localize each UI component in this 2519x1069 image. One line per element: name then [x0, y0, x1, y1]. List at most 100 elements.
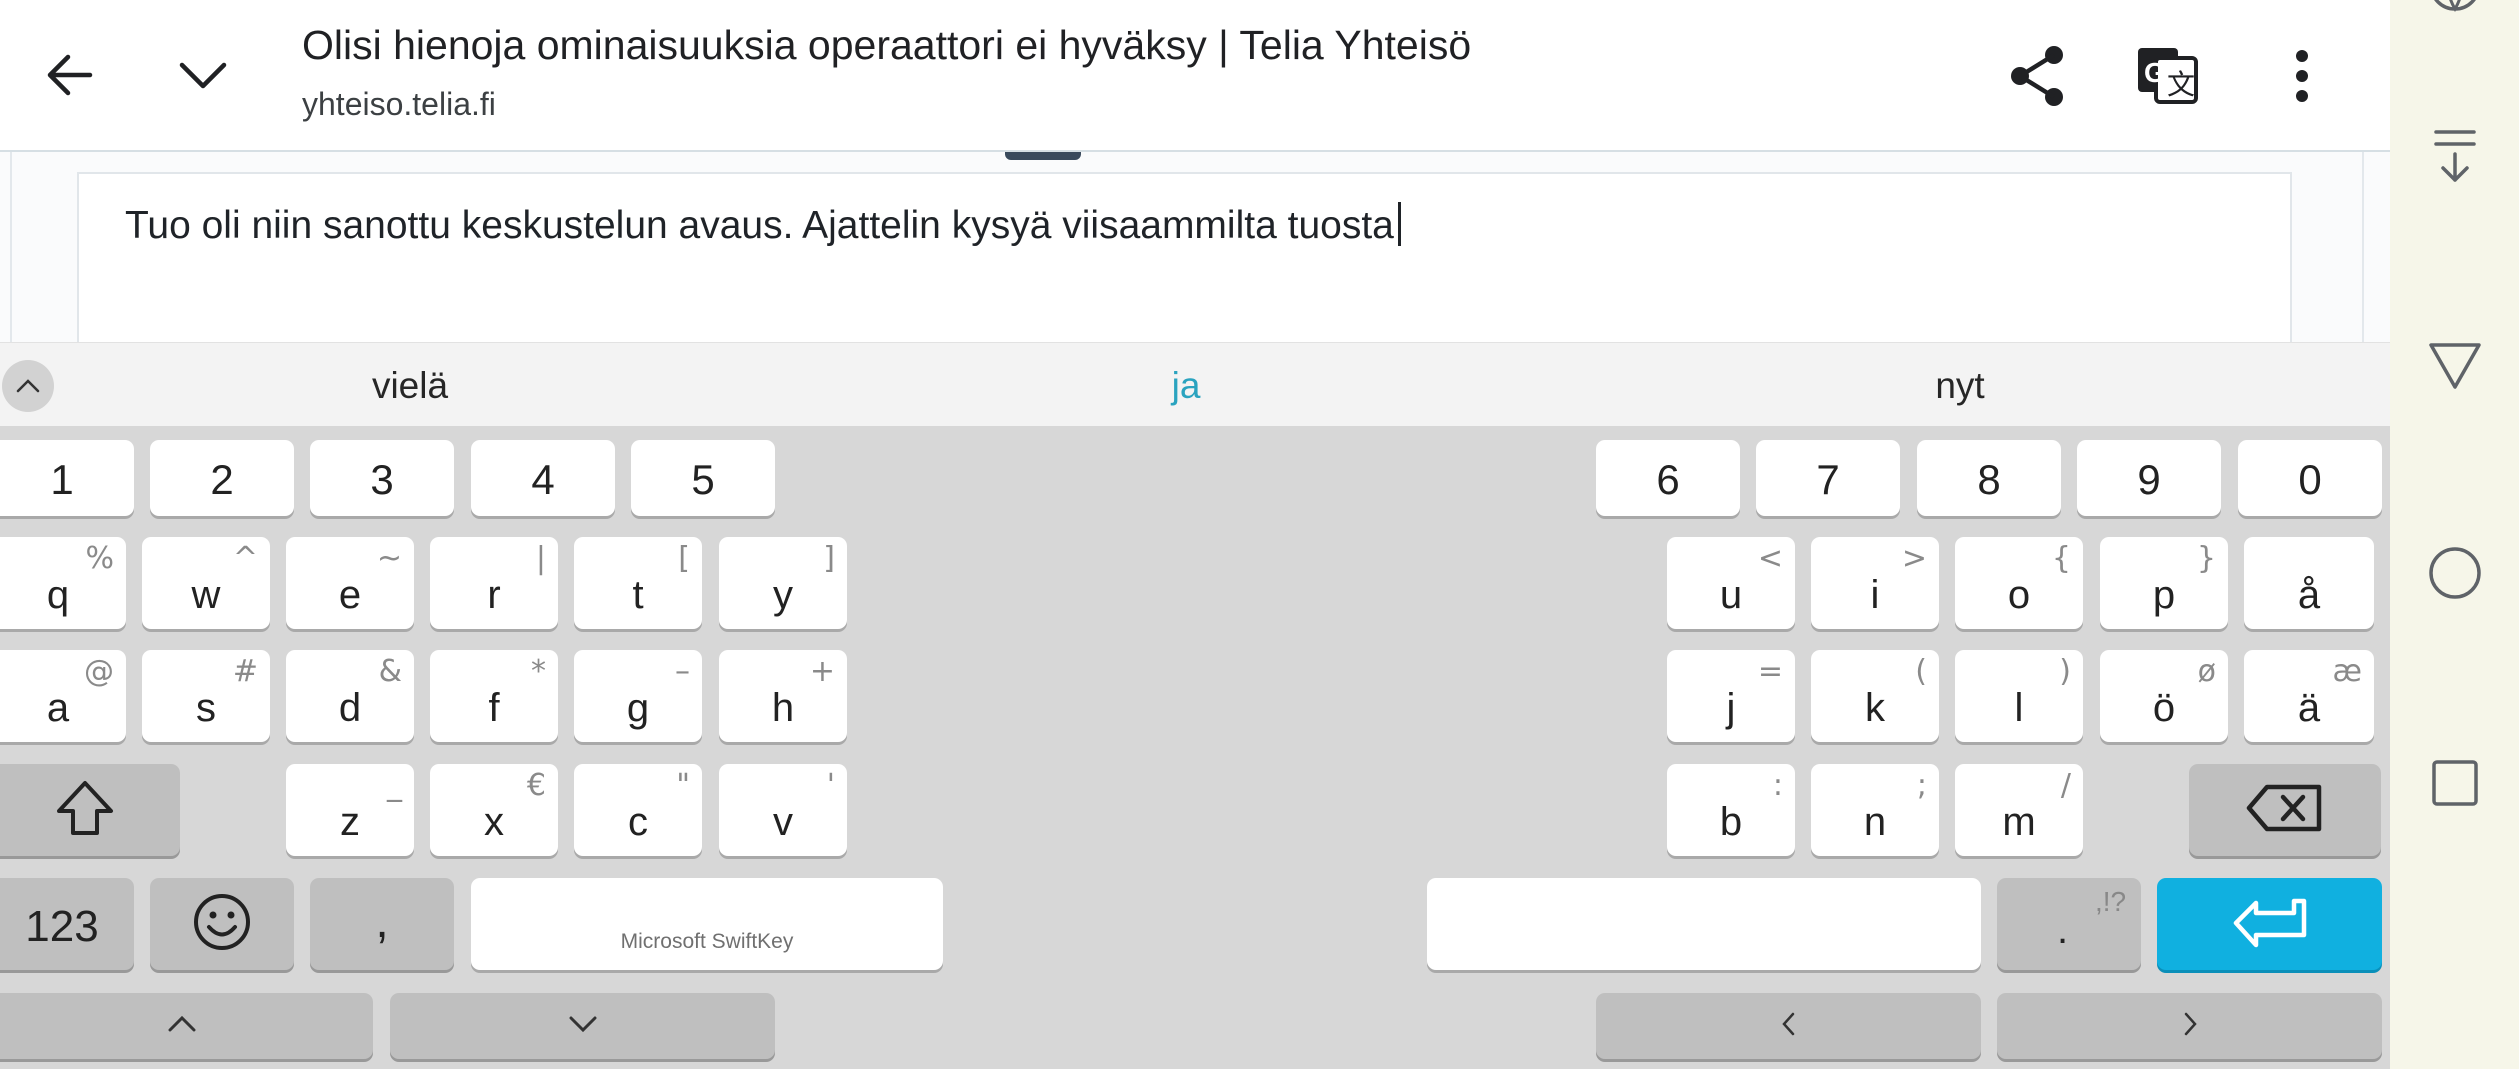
key-4[interactable]: 4	[471, 440, 615, 516]
key-sublabel: }	[2196, 541, 2216, 576]
back-triangle-icon[interactable]	[2410, 320, 2500, 410]
key-label: v	[773, 800, 793, 844]
key-j[interactable]: j =	[1667, 650, 1795, 742]
key-2[interactable]: 2	[150, 440, 294, 516]
google-translate-icon[interactable]: G文	[2125, 33, 2211, 119]
home-circle-icon[interactable]	[2410, 528, 2500, 618]
reply-editor[interactable]: Tuo oli niin sanottu keskustelun avaus. …	[77, 172, 2292, 342]
suggestion-0[interactable]: vielä	[372, 365, 448, 407]
enter-icon	[2232, 895, 2308, 954]
key-s[interactable]: s #	[142, 650, 270, 742]
key-c[interactable]: c "	[574, 764, 702, 856]
key-label: m	[2002, 800, 2036, 844]
key-3[interactable]: 3	[310, 440, 454, 516]
key-sublabel: @	[84, 654, 114, 689]
key-5[interactable]: 5	[631, 440, 775, 516]
key-label: 2	[210, 456, 234, 503]
key-6[interactable]: 6	[1596, 440, 1740, 516]
shift-key[interactable]	[0, 764, 180, 856]
key-sublabel: #	[232, 654, 258, 689]
cursor-down-key[interactable]	[390, 993, 775, 1059]
key-sublabel: €	[526, 768, 546, 803]
key-sublabel: )	[2059, 654, 2071, 689]
key-b[interactable]: b:	[1667, 764, 1795, 856]
more-vert-icon[interactable]	[2262, 33, 2342, 119]
key-x[interactable]: x €	[430, 764, 558, 856]
recents-square-icon[interactable]	[2410, 738, 2500, 828]
key-sublabel: –	[675, 654, 690, 689]
key-h[interactable]: h +	[719, 650, 847, 742]
globe-icon[interactable]	[2410, 0, 2500, 30]
divider	[10, 152, 12, 342]
key-sublabel: "	[676, 768, 690, 803]
comma-key[interactable]: ,	[310, 878, 454, 970]
key-1[interactable]: 1	[0, 440, 134, 516]
key-p[interactable]: p}	[2100, 537, 2228, 629]
arrow-left-icon[interactable]	[30, 35, 110, 115]
keyboard-hide-icon[interactable]	[2410, 110, 2500, 200]
key-z[interactable]: z _	[286, 764, 414, 856]
key-d[interactable]: d &	[286, 650, 414, 742]
cursor-left-key[interactable]	[1596, 993, 1981, 1059]
key-0[interactable]: 0	[2238, 440, 2382, 516]
shift-icon	[55, 779, 115, 842]
share-icon[interactable]	[1995, 33, 2081, 119]
key-sublabel: ^	[232, 541, 258, 576]
key-o-umlaut[interactable]: öø	[2100, 650, 2228, 742]
cursor-right-key[interactable]	[1997, 993, 2382, 1059]
key-a-umlaut[interactable]: äæ	[2244, 650, 2374, 742]
key-q[interactable]: q%	[0, 537, 126, 629]
key-sublabel: |	[535, 541, 546, 576]
space-key-right[interactable]	[1427, 878, 1981, 970]
emoji-key[interactable]	[150, 878, 294, 970]
key-sublabel: (	[1915, 654, 1927, 689]
key-label: .	[2057, 908, 2069, 952]
key-m[interactable]: m /	[1955, 764, 2083, 856]
key-label: x	[484, 800, 504, 844]
key-label: 0	[2298, 456, 2322, 503]
key-t[interactable]: t[	[574, 537, 702, 629]
chevron-up-icon[interactable]	[2, 360, 54, 412]
numbers-key[interactable]: 123	[0, 878, 134, 970]
key-g[interactable]: g –	[574, 650, 702, 742]
suggestion-2[interactable]: nyt	[1935, 365, 1984, 407]
key-e[interactable]: e ~	[286, 537, 414, 629]
key-label: r	[487, 573, 501, 617]
key-k[interactable]: k(	[1811, 650, 1939, 742]
suggestion-1[interactable]: ja	[1172, 365, 1201, 407]
key-i[interactable]: i >	[1811, 537, 1939, 629]
suggestion-bar: vielä ja nyt	[0, 342, 2390, 426]
chevron-right-icon	[2180, 1010, 2200, 1043]
key-v[interactable]: v '	[719, 764, 847, 856]
key-r[interactable]: r |	[430, 537, 558, 629]
enter-key[interactable]	[2157, 878, 2382, 970]
chevron-up-icon	[166, 1014, 198, 1039]
editor-text-value: Tuo oli niin sanottu keskustelun avaus. …	[125, 204, 1394, 247]
toolbar-handle	[1005, 152, 1081, 160]
chevron-down-icon[interactable]	[163, 35, 243, 115]
key-n[interactable]: n;	[1811, 764, 1939, 856]
custom-tab-toolbar: Olisi hienoja ominaisuuksia operaattori …	[0, 0, 2390, 152]
space-key-left[interactable]: Microsoft SwiftKey	[471, 878, 943, 970]
backspace-icon	[2245, 783, 2325, 838]
key-l[interactable]: l)	[1955, 650, 2083, 742]
key-a[interactable]: a @	[0, 650, 126, 742]
key-o[interactable]: o{	[1955, 537, 2083, 629]
key-f[interactable]: f *	[430, 650, 558, 742]
emoji-icon	[192, 892, 252, 957]
key-9[interactable]: 9	[2077, 440, 2221, 516]
key-label: a	[46, 686, 70, 730]
key-label: y	[773, 573, 793, 617]
key-7[interactable]: 7	[1756, 440, 1900, 516]
key-label: u	[1719, 573, 1743, 617]
screen: Olisi hienoja ominaisuuksia operaattori …	[0, 0, 2519, 1069]
key-8[interactable]: 8	[1917, 440, 2061, 516]
period-key[interactable]: .,!?	[1997, 878, 2141, 970]
backspace-key[interactable]	[2189, 764, 2381, 856]
key-w[interactable]: w ^	[142, 537, 270, 629]
key-a-ring[interactable]: å	[2244, 537, 2374, 629]
key-y[interactable]: y]	[719, 537, 847, 629]
key-u[interactable]: u <	[1667, 537, 1795, 629]
key-label: c	[628, 800, 648, 844]
cursor-up-key[interactable]	[0, 993, 373, 1059]
